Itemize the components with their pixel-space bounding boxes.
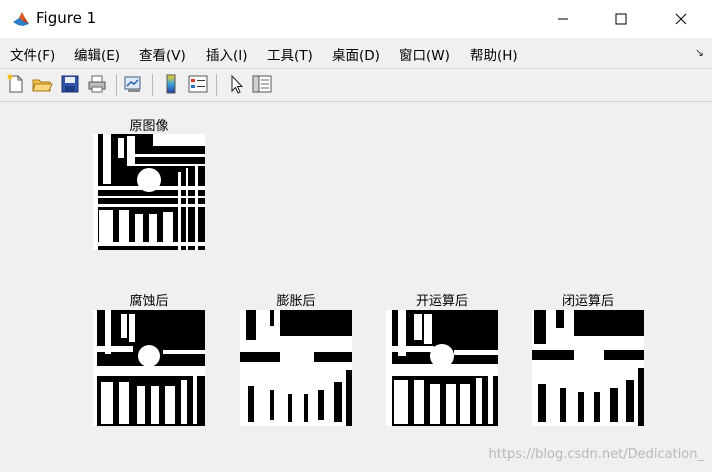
axes-title-closing: 闭运算后	[561, 294, 614, 309]
image-opening	[386, 310, 498, 426]
save-icon[interactable]	[59, 73, 81, 95]
maximize-button[interactable]	[598, 0, 644, 38]
insert-colorbar-icon[interactable]	[160, 73, 182, 95]
open-file-icon[interactable]	[31, 73, 53, 95]
figure-toolbar	[0, 68, 712, 102]
minimize-icon	[558, 18, 568, 20]
title-bar: Figure 1	[0, 0, 712, 38]
minimize-button[interactable]	[540, 0, 586, 38]
axes-title-erosion: 腐蚀后	[129, 294, 169, 309]
menu-window[interactable]: 窗口(W)	[399, 44, 450, 64]
axes-title-original: 原图像	[129, 119, 169, 134]
menu-insert[interactable]: 插入(I)	[206, 44, 248, 64]
menu-help[interactable]: 帮助(H)	[470, 44, 518, 64]
close-button[interactable]	[658, 0, 704, 38]
matlab-logo-icon	[11, 9, 31, 29]
menu-file[interactable]: 文件(F)	[10, 44, 55, 64]
maximize-icon	[615, 13, 627, 25]
dock-arrow-icon[interactable]: ↘	[695, 46, 704, 59]
menu-view[interactable]: 查看(V)	[139, 44, 186, 64]
axes-title-dilation: 膨胀后	[276, 294, 316, 309]
axes-title-opening: 开运算后	[415, 294, 468, 309]
property-inspector-icon[interactable]	[251, 73, 273, 95]
menu-tools[interactable]: 工具(T)	[267, 44, 313, 64]
toolbar-separator	[216, 74, 217, 96]
image-dilation	[240, 310, 352, 426]
insert-legend-icon[interactable]	[187, 73, 209, 95]
watermark-text: https://blog.csdn.net/Dedication_	[488, 447, 704, 462]
menu-edit[interactable]: 编辑(E)	[74, 44, 120, 64]
window-title: Figure 1	[36, 9, 97, 27]
image-closing	[532, 310, 644, 426]
new-figure-icon[interactable]	[5, 73, 27, 95]
toolbar-separator	[116, 74, 117, 96]
image-erosion	[93, 310, 205, 426]
link-plot-icon[interactable]	[122, 73, 144, 95]
menu-bar: 文件(F) 编辑(E) 查看(V) 插入(I) 工具(T) 桌面(D) 窗口(W…	[0, 38, 712, 68]
toolbar-separator	[152, 74, 153, 96]
print-icon[interactable]	[86, 73, 108, 95]
close-icon	[675, 13, 687, 25]
edit-plot-arrow-icon[interactable]	[225, 73, 247, 95]
image-original	[93, 134, 205, 250]
menu-desktop[interactable]: 桌面(D)	[332, 44, 380, 64]
